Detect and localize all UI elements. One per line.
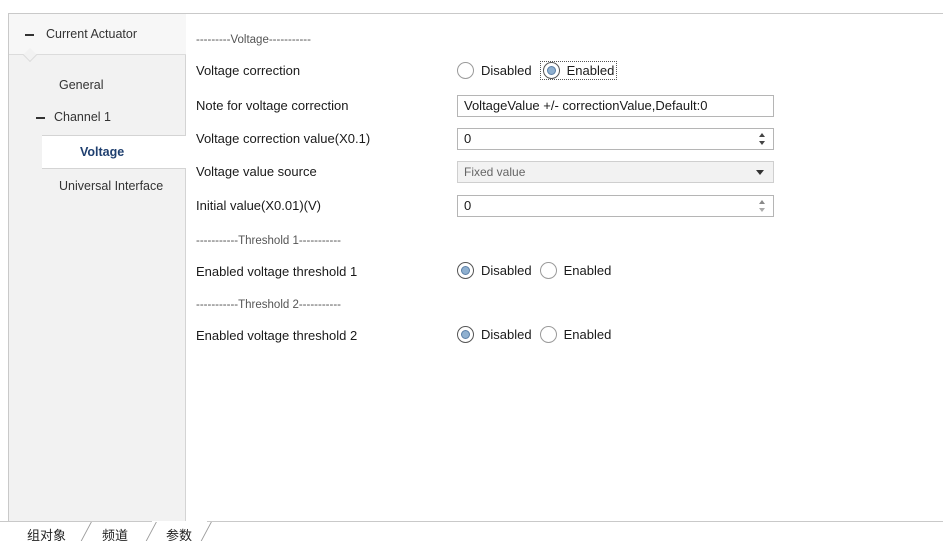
threshold-1-enabled-radio[interactable]: Enabled xyxy=(539,262,611,279)
section-separator-threshold-2: -----------Threshold 2----------- xyxy=(196,299,341,311)
radio-selected-icon[interactable] xyxy=(542,62,560,79)
threshold-1-disabled-radio[interactable]: Disabled xyxy=(457,262,532,279)
spin-arrows-icon[interactable] xyxy=(759,131,767,147)
voltage-threshold-2-label: Enabled voltage threshold 2 xyxy=(196,328,358,343)
voltage-correction-value-label: Voltage correction value(X0.1) xyxy=(196,131,371,146)
tree-root-header[interactable]: Current Actuator xyxy=(9,14,186,63)
tree-item-channel-1[interactable]: Channel 1 xyxy=(36,110,111,124)
voltage-value-source-label: Voltage value source xyxy=(196,164,317,179)
voltage-correction-label: Voltage correction xyxy=(196,63,301,78)
tab-channels[interactable]: 频道 xyxy=(102,525,128,541)
bottom-tab-bar: 组对象 频道 参数 xyxy=(0,521,943,541)
initial-value-label: Initial value(X0.01)(V) xyxy=(196,198,321,213)
threshold-2-disabled-radio[interactable]: Disabled xyxy=(457,326,532,343)
channel-tree: Current Actuator General Channel 1 Volta… xyxy=(9,14,186,521)
tab-group-objects[interactable]: 组对象 xyxy=(27,525,66,541)
tree-header-notch xyxy=(22,47,38,63)
note-voltage-correction-label: Note for voltage correction xyxy=(196,98,349,113)
note-voltage-correction-field[interactable]: VoltageValue +/- correctionValue,Default… xyxy=(457,95,774,117)
section-separator-voltage: ---------Voltage----------- xyxy=(196,34,311,46)
voltage-threshold-1-label: Enabled voltage threshold 1 xyxy=(196,264,358,279)
tree-item-current-actuator[interactable]: Current Actuator xyxy=(25,27,137,41)
radio-selected-icon[interactable] xyxy=(457,326,474,343)
voltage-correction-enabled-radio[interactable]: Enabled xyxy=(539,61,618,80)
chevron-down-icon[interactable] xyxy=(756,170,764,175)
tree-item-general[interactable]: General xyxy=(59,78,103,92)
collapse-icon[interactable] xyxy=(25,33,34,36)
voltage-correction-value-stepper[interactable]: 0 xyxy=(457,128,774,150)
tree-item-universal-interface[interactable]: Universal Interface xyxy=(59,179,163,193)
tab-divider xyxy=(79,522,92,541)
parameter-panel: ---------Voltage----------- Voltage corr… xyxy=(187,14,943,521)
threshold-2-enabled-radio[interactable]: Enabled xyxy=(539,326,611,343)
radio-circle-icon[interactable] xyxy=(539,326,557,343)
parameter-window: Current Actuator General Channel 1 Volta… xyxy=(8,13,943,521)
tree-item-voltage[interactable]: Voltage xyxy=(42,135,186,169)
radio-selected-icon[interactable] xyxy=(457,262,474,279)
voltage-threshold-2-radio-group: Disabled Enabled xyxy=(457,326,619,343)
section-separator-threshold-1: -----------Threshold 1----------- xyxy=(196,235,341,247)
voltage-value-source-select[interactable]: Fixed value xyxy=(457,161,774,183)
voltage-correction-radio-group: Disabled Enabled xyxy=(457,61,625,80)
radio-circle-icon[interactable] xyxy=(457,62,474,79)
spin-arrows-icon[interactable] xyxy=(759,198,767,214)
initial-value-stepper[interactable]: 0 xyxy=(457,195,774,217)
radio-circle-icon[interactable] xyxy=(539,262,557,279)
voltage-threshold-1-radio-group: Disabled Enabled xyxy=(457,262,619,279)
tab-parameters[interactable]: 参数 xyxy=(166,525,192,541)
voltage-correction-disabled-radio[interactable]: Disabled xyxy=(457,62,532,79)
collapse-icon[interactable] xyxy=(36,116,45,119)
